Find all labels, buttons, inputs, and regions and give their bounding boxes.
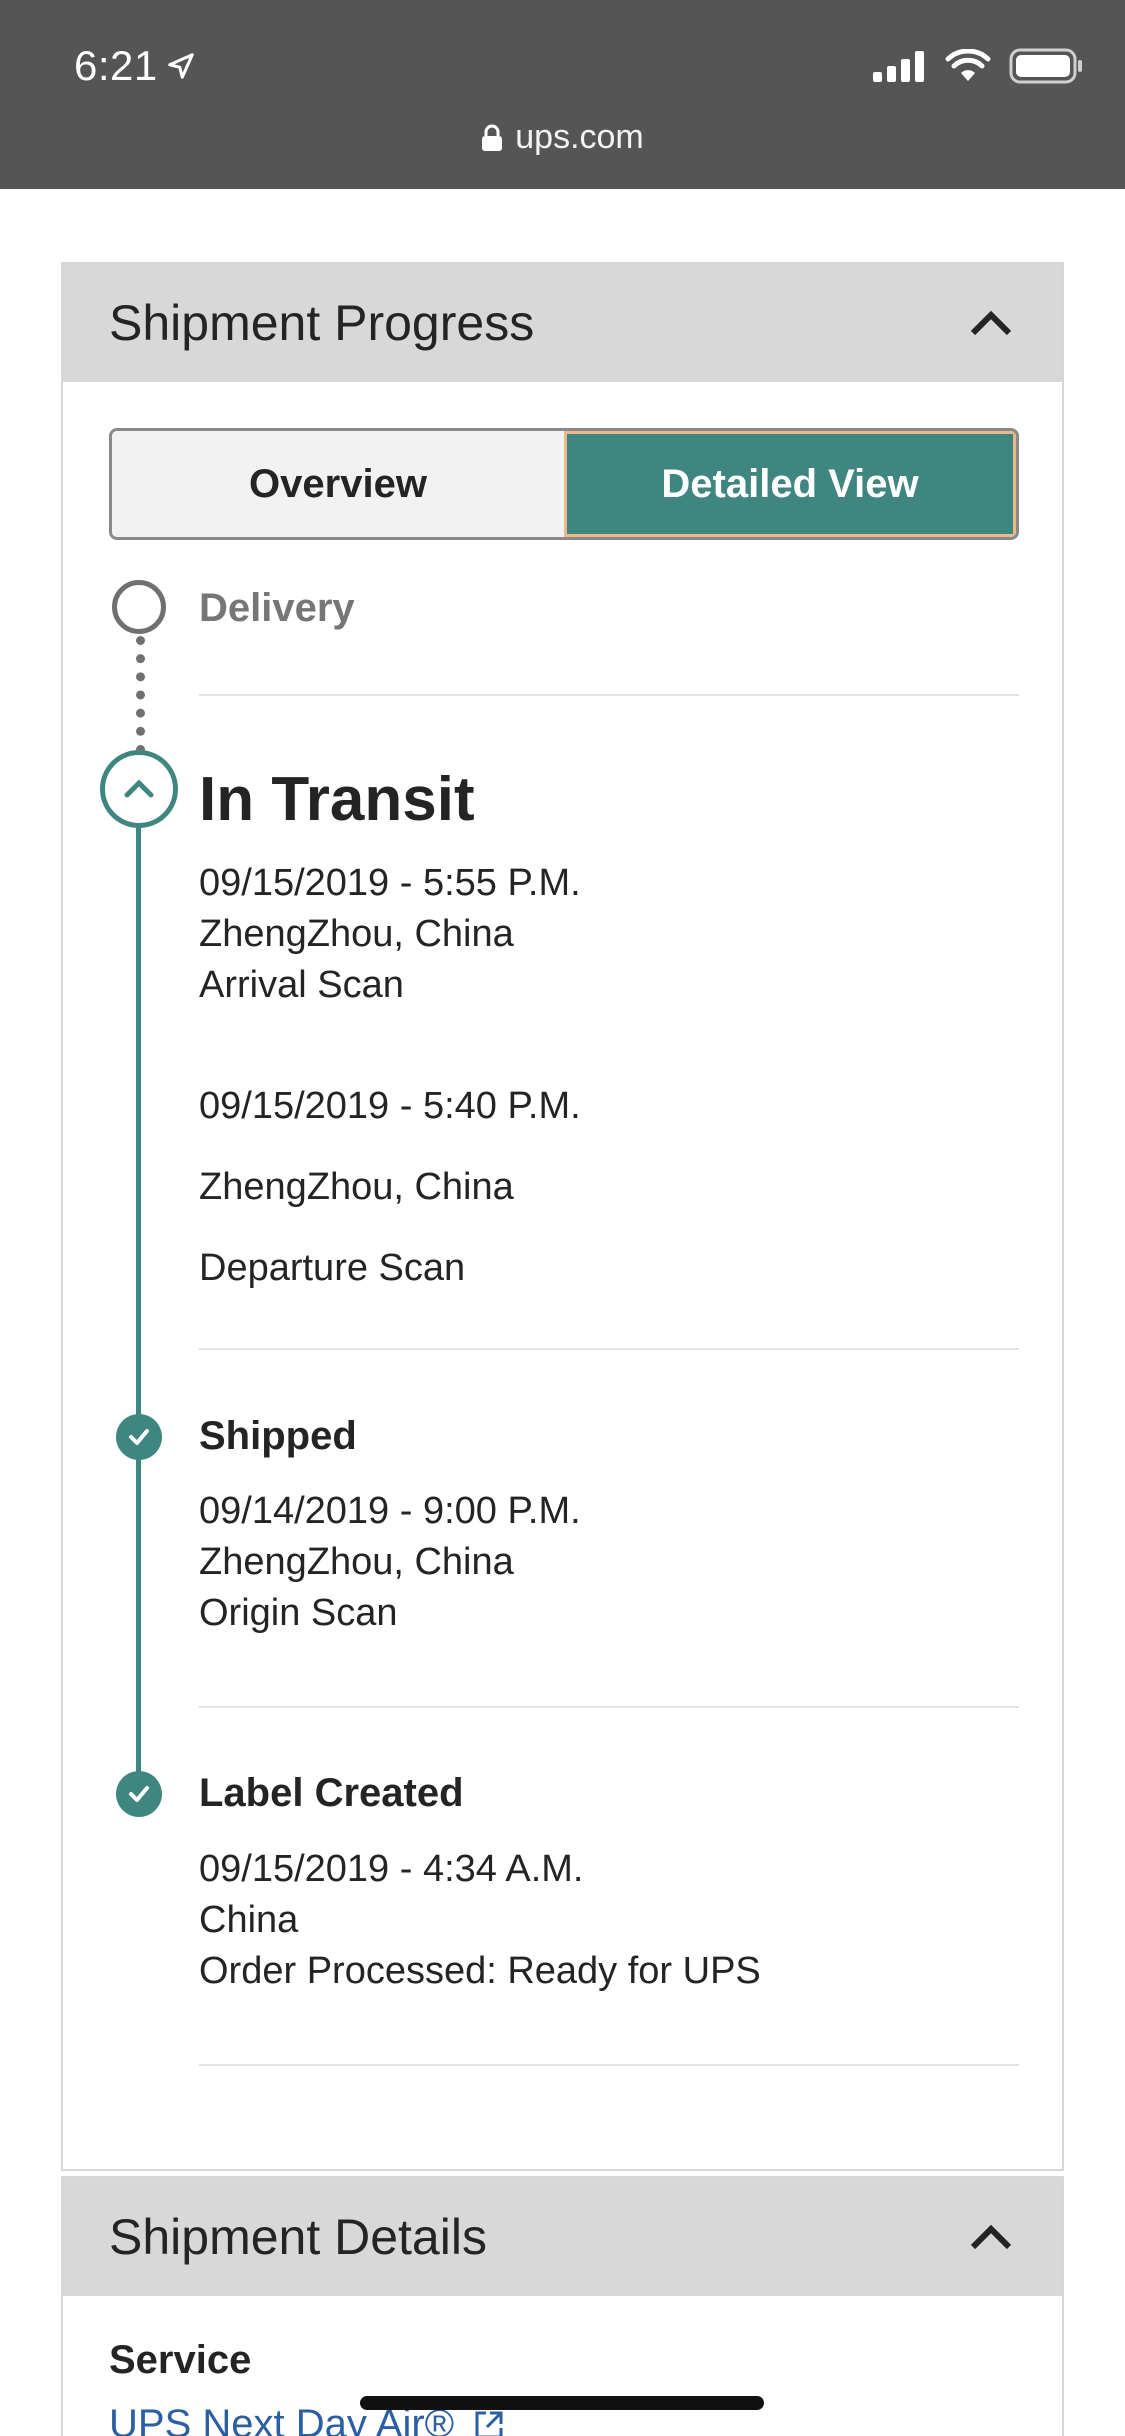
event-activity: Arrival Scan <box>199 964 404 1006</box>
chevron-up-icon[interactable] <box>966 2212 1016 2262</box>
status-icons <box>873 48 1083 84</box>
shipped-event: 09/14/2019 - 9:00 P.M. ZhengZhou, China … <box>199 1486 581 1639</box>
event-location: ZhengZhou, China <box>199 1541 514 1583</box>
panel-title: Shipment Progress <box>109 295 535 351</box>
browser-status-bar: 6:21 ups.com <box>0 0 1125 189</box>
status-time: 6:21 <box>74 42 196 90</box>
url-text: ups.com <box>515 118 644 156</box>
wifi-icon <box>945 49 991 81</box>
external-link-icon <box>475 2411 503 2436</box>
event-location: ZhengZhou, China <box>199 1166 514 1208</box>
time-text: 6:21 <box>74 42 158 89</box>
event-activity: Origin Scan <box>199 1592 398 1634</box>
progress-line <box>136 804 141 1804</box>
delivery-label: Delivery <box>199 586 355 630</box>
label-created-check-icon <box>116 1771 162 1817</box>
shipped-title: Shipped <box>199 1414 357 1458</box>
shipment-progress-panel: Shipment Progress Overview Detailed View… <box>61 262 1064 2171</box>
divider <box>199 1706 1019 1708</box>
pending-connector <box>136 636 145 754</box>
view-toggle: Overview Detailed View <box>109 428 1019 540</box>
address-bar[interactable]: ups.com <box>0 118 1125 157</box>
event-datetime: 09/15/2019 - 5:40 P.M. <box>199 1085 581 1127</box>
transit-event-1: 09/15/2019 - 5:55 P.M. ZhengZhou, China … <box>199 858 581 1011</box>
event-location: ZhengZhou, China <box>199 913 514 955</box>
battery-icon <box>1009 48 1082 84</box>
chevron-up-icon <box>124 779 154 798</box>
label-created-event: 09/15/2019 - 4:34 A.M. China Order Proce… <box>199 1844 761 1997</box>
label-created-title: Label Created <box>199 1771 464 1815</box>
in-transit-collapse-icon[interactable] <box>100 750 178 828</box>
delivery-pending-icon <box>112 580 166 634</box>
event-datetime: 09/15/2019 - 5:55 P.M. <box>199 862 581 904</box>
lock-icon <box>482 124 503 151</box>
divider <box>199 1348 1019 1350</box>
panel-title: Shipment Details <box>109 2209 487 2265</box>
shipment-progress-header[interactable]: Shipment Progress <box>63 264 1062 382</box>
in-transit-title: In Transit <box>199 765 475 834</box>
event-activity: Departure Scan <box>199 1247 466 1289</box>
shipment-details-header[interactable]: Shipment Details <box>63 2178 1062 2296</box>
chevron-up-icon[interactable] <box>966 298 1016 348</box>
service-label: Service <box>109 2338 252 2382</box>
divider <box>199 2064 1019 2066</box>
home-indicator[interactable] <box>360 2396 764 2410</box>
event-datetime: 09/15/2019 - 4:34 A.M. <box>199 1848 584 1890</box>
location-arrow-icon <box>168 53 194 79</box>
detailed-view-tab[interactable]: Detailed View <box>564 431 1016 537</box>
transit-event-2: 09/15/2019 - 5:40 P.M. ZhengZhou, China … <box>199 1066 581 1309</box>
event-activity: Order Processed: Ready for UPS <box>199 1950 761 1992</box>
cellular-signal-icon <box>873 51 924 82</box>
shipped-check-icon <box>116 1414 162 1460</box>
event-datetime: 09/14/2019 - 9:00 P.M. <box>199 1490 581 1532</box>
divider <box>199 694 1019 696</box>
overview-tab[interactable]: Overview <box>112 431 564 537</box>
event-location: China <box>199 1899 299 1941</box>
